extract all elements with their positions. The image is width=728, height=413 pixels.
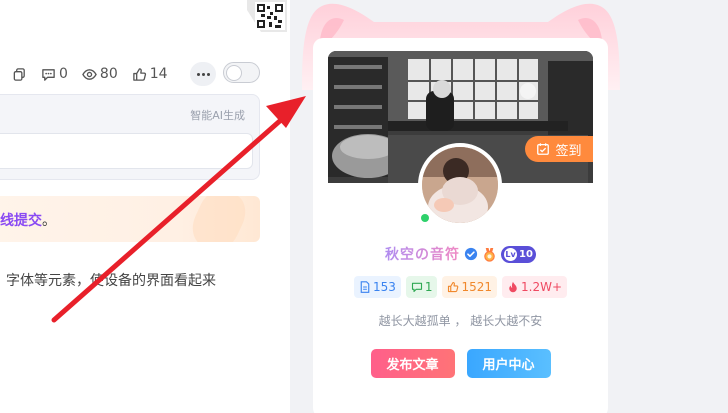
view-count-value: 80 <box>99 66 118 82</box>
article-text: 字体等元素，使设备的界面看起来 <box>6 273 216 289</box>
likes-count-badge[interactable]: 1521 <box>442 276 498 298</box>
toggle-switch[interactable] <box>223 62 260 83</box>
post-stats: 0 80 14 <box>12 62 168 86</box>
calendar-check-icon <box>537 143 550 155</box>
level-value: 10 <box>519 248 533 260</box>
ai-summary-field[interactable] <box>0 133 253 169</box>
posts-count: 153 <box>372 280 396 294</box>
posts-count-badge[interactable]: 153 <box>353 276 401 298</box>
view-count: 80 <box>82 66 118 82</box>
fire-icon <box>509 281 517 293</box>
comment-icon <box>411 282 422 293</box>
like-count-value: 14 <box>149 66 168 82</box>
comment-count[interactable]: 0 <box>41 66 68 82</box>
thumbs-up-icon <box>132 67 146 81</box>
qr-code-icon[interactable] <box>247 0 287 32</box>
likes-count: 1521 <box>461 280 493 294</box>
comments-count-badge[interactable]: 1 <box>405 276 438 298</box>
notice-decoration <box>185 196 253 242</box>
popularity-badge[interactable]: 1.2W+ <box>502 276 568 298</box>
ai-generated-tag: 智能AI生成 <box>190 109 245 122</box>
profile-actions: 发布文章 用户中心 <box>328 349 593 378</box>
profile-stats: 153 1 1521 1.2W+ <box>328 276 593 300</box>
avatar[interactable] <box>418 143 502 227</box>
level-badge: Lv 10 <box>501 245 536 263</box>
online-status-dot <box>421 214 429 222</box>
notice-tail: 。 <box>42 213 56 229</box>
copy-button[interactable] <box>12 67 27 82</box>
more-button[interactable] <box>190 62 216 86</box>
article-column: 0 80 14 智能AI生成 线提交。 字体等元素，使设备的界面看起来 <box>0 0 290 413</box>
publish-article-button[interactable]: 发布文章 <box>370 349 455 378</box>
ai-summary-panel: 智能AI生成 <box>0 94 260 180</box>
popularity-count: 1.2W+ <box>521 280 563 294</box>
copy-icon <box>13 67 25 81</box>
comments-count: 1 <box>424 280 433 294</box>
user-center-button[interactable]: 用户中心 <box>466 349 551 378</box>
more-icon <box>196 72 200 76</box>
comment-count-value: 0 <box>59 66 68 82</box>
notice-text: 线提交。 <box>0 210 56 230</box>
thumbs-up-icon <box>448 281 459 293</box>
verified-icon <box>464 247 478 261</box>
check-in-label: 签到 <box>555 143 582 159</box>
check-in-button[interactable]: 签到 <box>525 136 593 162</box>
eye-icon <box>82 68 97 80</box>
username-row: 秋空の音符 Lv 10 <box>328 242 593 266</box>
username[interactable]: 秋空の音符 <box>385 244 460 264</box>
medal-icon <box>484 247 495 262</box>
comment-icon <box>42 68 55 81</box>
notice-banner: 线提交。 <box>0 196 260 242</box>
document-icon <box>360 281 370 293</box>
profile-motto: 越长大越孤单 ， 越长大越不安 <box>378 314 543 328</box>
like-button[interactable]: 14 <box>132 66 168 82</box>
notice-link[interactable]: 线提交 <box>0 213 42 229</box>
